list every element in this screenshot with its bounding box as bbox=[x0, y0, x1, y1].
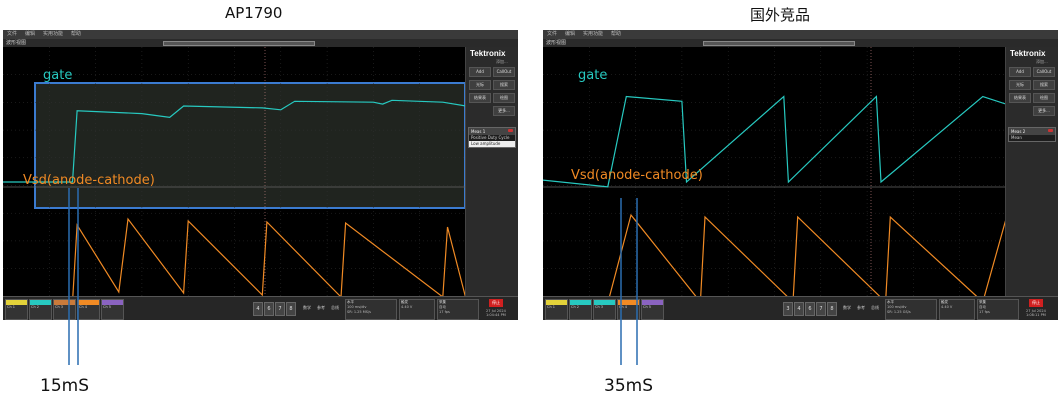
delta-time-right: 35mS bbox=[604, 376, 653, 396]
delta-time-left: 15mS bbox=[40, 376, 89, 396]
annotation-overlay bbox=[68, 188, 638, 365]
